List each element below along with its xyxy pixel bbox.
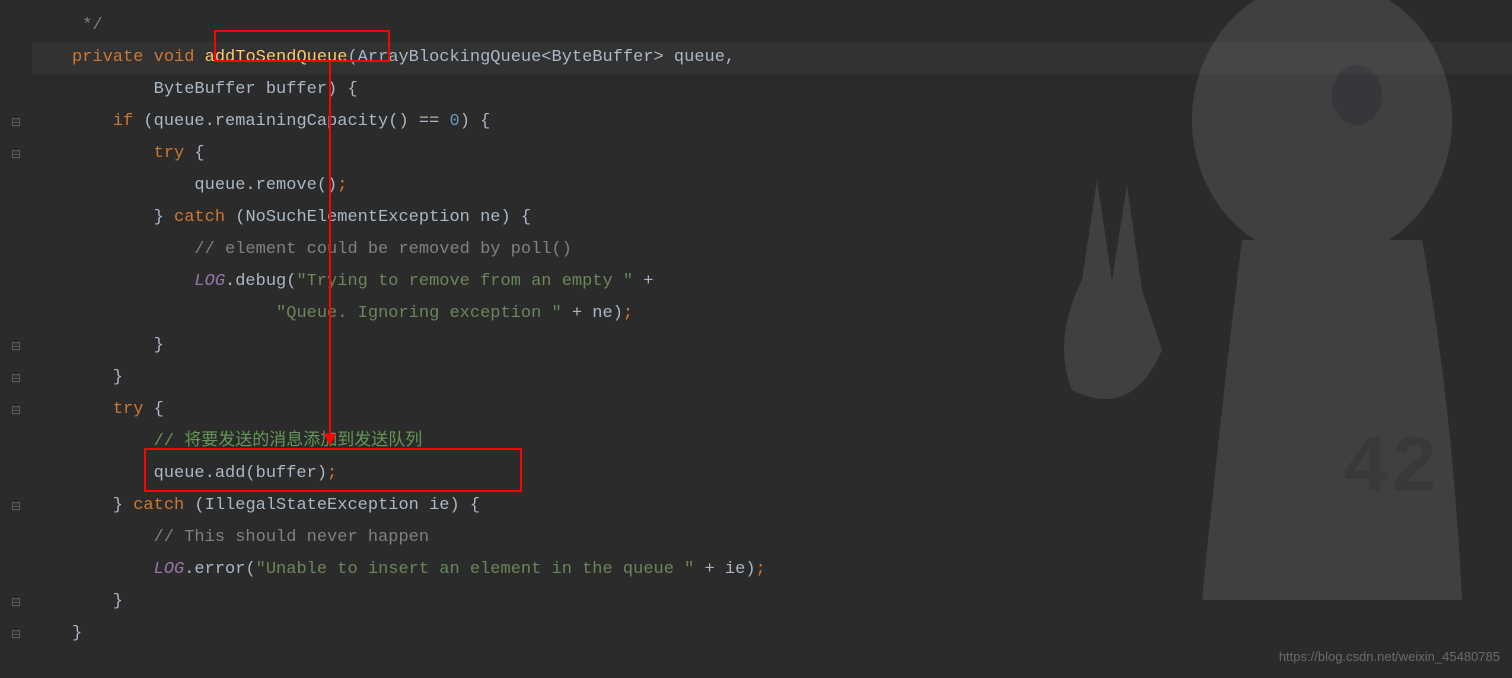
semicolon: ; [623,304,633,323]
gutter: ⊟ ⊟ ⊟ ⊟ ⊟ ⊟ ⊟ ⊟ [0,0,32,672]
code-line: } [32,618,1512,650]
code-line: if (queue.remainingCapacity() == 0) { [32,106,1512,138]
code-line: try { [32,394,1512,426]
fold-icon[interactable]: ⊟ [8,330,24,362]
code-text: (IllegalStateException ie) { [184,496,480,515]
gutter-row [8,234,24,266]
string-literal: "Trying to remove from an empty " [296,272,633,291]
gutter-row [8,202,24,234]
code-line: } catch (IllegalStateException ie) { [32,490,1512,522]
code-line: // 将要发送的消息添加到发送队列 [32,426,1512,458]
keyword: try [113,400,144,419]
code-line: LOG.debug("Trying to remove from an empt… [32,266,1512,298]
code-line: // This should never happen [32,522,1512,554]
code-line: // element could be removed by poll() [32,234,1512,266]
gutter-row [8,554,24,586]
code-line: */ [32,10,1512,42]
static-field: LOG [154,560,185,579]
watermark-text: https://blog.csdn.net/weixin_45480785 [1279,649,1500,664]
code-line-highlighted: private void addToSendQueue(ArrayBlockin… [32,42,1512,74]
params-text: (ArrayBlockingQueue<ByteBuffer> queue, [347,48,735,67]
code-text: } [72,368,123,387]
annotation-arrow-line [329,62,331,434]
string-literal: "Queue. Ignoring exception " [276,304,562,323]
code-text: ByteBuffer buffer) { [72,80,358,99]
code-text: .error( [184,560,255,579]
code-line: LOG.error("Unable to insert an element i… [32,554,1512,586]
fold-icon[interactable]: ⊟ [8,138,24,170]
comment-text: // 将要发送的消息添加到发送队列 [72,432,422,451]
code-line: queue.add(buffer); [32,458,1512,490]
code-text: ) { [460,112,491,131]
code-line: } catch (NoSuchElementException ne) { [32,202,1512,234]
code-line: ByteBuffer buffer) { [32,74,1512,106]
code-text: } [72,336,164,355]
code-text: queue.add(buffer) [72,464,327,483]
editor-container: ⊟ ⊟ ⊟ ⊟ ⊟ ⊟ ⊟ ⊟ */ private void addToSen… [0,0,1512,672]
code-text: + ie) [694,560,755,579]
fold-icon[interactable]: ⊟ [8,490,24,522]
fold-icon[interactable]: ⊟ [8,586,24,618]
string-literal: "Unable to insert an element in the queu… [256,560,695,579]
keyword: if [113,112,133,131]
gutter-row [8,10,24,42]
gutter-row [8,298,24,330]
code-text: (queue.remainingCapacity() == [133,112,449,131]
gutter-row [8,426,24,458]
code-text: .debug( [225,272,296,291]
code-line: } [32,330,1512,362]
code-text: + ne) [562,304,623,323]
code-text: { [184,144,204,163]
semicolon: ; [337,176,347,195]
gutter-row [8,170,24,202]
code-line: "Queue. Ignoring exception " + ne); [32,298,1512,330]
comment-text: // element could be removed by poll() [72,240,572,259]
keyword: catch [133,496,184,515]
gutter-row [8,458,24,490]
code-line: try { [32,138,1512,170]
code-text: + [633,272,653,291]
semicolon: ; [756,560,766,579]
fold-icon[interactable]: ⊟ [8,362,24,394]
code-text: queue.remove() [72,176,337,195]
code-line: queue.remove(); [32,170,1512,202]
code-text: } [72,592,123,611]
annotation-arrow-head [324,434,336,446]
semicolon: ; [327,464,337,483]
method-name: addToSendQueue [205,48,348,67]
code-text: } [72,208,174,227]
code-line: } [32,362,1512,394]
code-text: } [72,496,133,515]
gutter-row [8,42,24,74]
static-field: LOG [194,272,225,291]
fold-icon[interactable]: ⊟ [8,618,24,650]
gutter-row [8,266,24,298]
keyword: private [72,48,143,67]
code-line: } [32,586,1512,618]
code-text: { [143,400,163,419]
fold-icon[interactable]: ⊟ [8,394,24,426]
keyword: void [154,48,195,67]
gutter-row [8,74,24,106]
gutter-row [8,522,24,554]
comment-text: */ [72,16,103,35]
keyword: try [154,144,185,163]
keyword: catch [174,208,225,227]
code-text: } [72,624,82,643]
comment-text: // This should never happen [72,528,429,547]
number: 0 [449,112,459,131]
code-area[interactable]: */ private void addToSendQueue(ArrayBloc… [32,0,1512,672]
code-text: (NoSuchElementException ne) { [225,208,531,227]
fold-icon[interactable]: ⊟ [8,106,24,138]
